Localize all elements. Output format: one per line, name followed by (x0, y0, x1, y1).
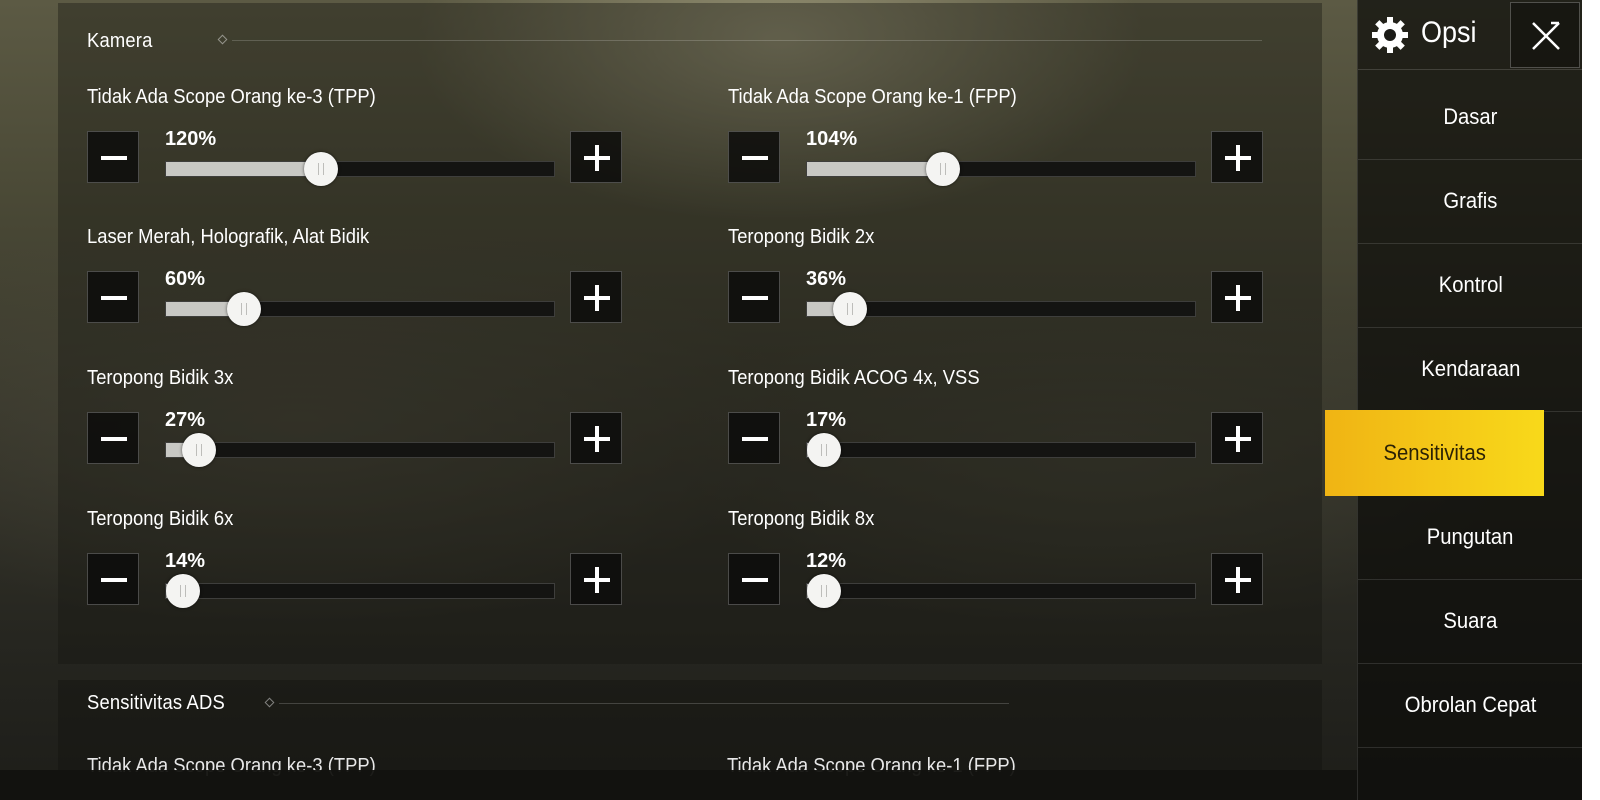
plus-icon-v (595, 285, 599, 311)
sidebar-item-pungutan[interactable]: Pungutan (1358, 494, 1583, 580)
setting-label-teropong-bidik-3x: Teropong Bidik 3x (87, 367, 234, 389)
decrease-button[interactable] (87, 553, 139, 605)
value-readout: 17% (806, 409, 847, 431)
minus-icon (742, 437, 768, 441)
slider-handle[interactable] (832, 292, 867, 326)
slider-fill (166, 162, 322, 176)
minus-icon (742, 156, 768, 160)
value-readout: 14% (165, 550, 206, 572)
close-button[interactable] (1510, 2, 1580, 68)
sensitivity-slider[interactable] (165, 152, 555, 186)
sidebar-item-label: Kontrol (1438, 271, 1503, 297)
value-readout: 36% (806, 268, 847, 290)
setting-label-teropong-bidik-acog-4x-vss: Teropong Bidik ACOG 4x, VSS (728, 367, 980, 389)
sidebar-item-dasar[interactable]: Dasar (1358, 74, 1583, 160)
value-readout: 104% (806, 128, 858, 150)
section-divider (232, 40, 1262, 41)
gear-icon (1372, 17, 1408, 53)
sensitivity-slider[interactable] (806, 292, 1196, 326)
sensitivity-slider[interactable] (806, 433, 1196, 467)
plus-icon-v (595, 145, 599, 171)
slider-fill (807, 162, 943, 176)
sidebar-item-kendaraan[interactable]: Kendaraan (1358, 326, 1583, 412)
setting-label-laser-merah-holografik-alat-bidik: Laser Merah, Holografik, Alat Bidik (87, 226, 370, 248)
sensitivity-slider[interactable] (165, 574, 555, 608)
sensitivity-slider[interactable] (806, 152, 1196, 186)
decrease-button[interactable] (728, 412, 780, 464)
slider-handle[interactable] (304, 152, 339, 186)
plus-icon-v (1236, 285, 1240, 311)
value-readout: 60% (165, 268, 206, 290)
value-readout: 120% (165, 128, 217, 150)
bottom-edge (0, 770, 1357, 800)
minus-icon (101, 156, 127, 160)
sidebar-item-label: Obrolan Cepat (1404, 691, 1537, 717)
increase-button[interactable] (1211, 271, 1263, 323)
screen-edge (1582, 0, 1600, 800)
decrease-button[interactable] (87, 412, 139, 464)
plus-icon-v (595, 426, 599, 452)
setting-label-teropong-bidik-6x: Teropong Bidik 6x (87, 508, 234, 530)
sidebar-item-label: Dasar (1443, 103, 1498, 129)
sensitivity-slider[interactable] (806, 574, 1196, 608)
sidebar-item-label: Suara (1443, 607, 1498, 633)
setting-label-tidak-ada-scope-orang-ke-3-tpp: Tidak Ada Scope Orang ke-3 (TPP) (87, 86, 376, 108)
sidebar-item-grafis[interactable]: Grafis (1358, 158, 1583, 244)
plus-icon-v (1236, 567, 1240, 593)
slider-handle[interactable] (166, 574, 201, 608)
sidebar-item-suara[interactable]: Suara (1358, 578, 1583, 664)
sidebar-item-sensitivitas[interactable]: Sensitivitas (1325, 410, 1544, 496)
plus-icon-v (595, 567, 599, 593)
camera-section-title: Kamera (87, 30, 153, 52)
setting-label-tidak-ada-scope-orang-ke-1-fpp: Tidak Ada Scope Orang ke-1 (FPP) (728, 86, 1017, 108)
slider-handle[interactable] (925, 152, 960, 186)
setting-label-teropong-bidik-8x: Teropong Bidik 8x (728, 508, 875, 530)
minus-icon (742, 578, 768, 582)
options-title: Opsi (1421, 16, 1477, 49)
sidebar-item-label: Kendaraan (1420, 355, 1521, 381)
close-icon (1532, 21, 1560, 50)
increase-button[interactable] (1211, 553, 1263, 605)
minus-icon (101, 296, 127, 300)
minus-icon (101, 578, 127, 582)
decrease-button[interactable] (87, 271, 139, 323)
value-readout: 27% (165, 409, 206, 431)
options-sidebar: Opsi Dasar Grafis Kontrol Kendaraan Sensitiv… (1325, 0, 1583, 800)
sidebar-item-kontrol[interactable]: Kontrol (1358, 242, 1583, 328)
sensitivity-slider[interactable] (165, 433, 555, 467)
plus-icon-v (1236, 145, 1240, 171)
sidebar-item-label: Pungutan (1427, 523, 1514, 549)
increase-button[interactable] (570, 412, 622, 464)
increase-button[interactable] (570, 131, 622, 183)
sensitivity-slider[interactable] (165, 292, 555, 326)
minus-icon (742, 296, 768, 300)
slider-handle[interactable] (181, 433, 216, 467)
increase-button[interactable] (1211, 412, 1263, 464)
minus-icon (101, 437, 127, 441)
ads-section-title: Sensitivitas ADS (87, 692, 225, 714)
slider-handle[interactable] (807, 574, 842, 608)
sidebar-item-label: Sensitivitas (1383, 440, 1486, 465)
increase-button[interactable] (570, 271, 622, 323)
slider-handle[interactable] (226, 292, 261, 326)
sidebar-item-label: Grafis (1443, 187, 1498, 213)
decrease-button[interactable] (728, 553, 780, 605)
increase-button[interactable] (570, 553, 622, 605)
setting-label-teropong-bidik-2x: Teropong Bidik 2x (728, 226, 875, 248)
section-divider (279, 703, 1009, 704)
decrease-button[interactable] (728, 271, 780, 323)
sidebar-item-obrolan-cepat[interactable]: Obrolan Cepat (1358, 662, 1583, 748)
increase-button[interactable] (1211, 131, 1263, 183)
decrease-button[interactable] (728, 131, 780, 183)
plus-icon-v (1236, 426, 1240, 452)
sidebar-header: Opsi (1358, 0, 1583, 70)
value-readout: 12% (806, 550, 847, 572)
decrease-button[interactable] (87, 131, 139, 183)
